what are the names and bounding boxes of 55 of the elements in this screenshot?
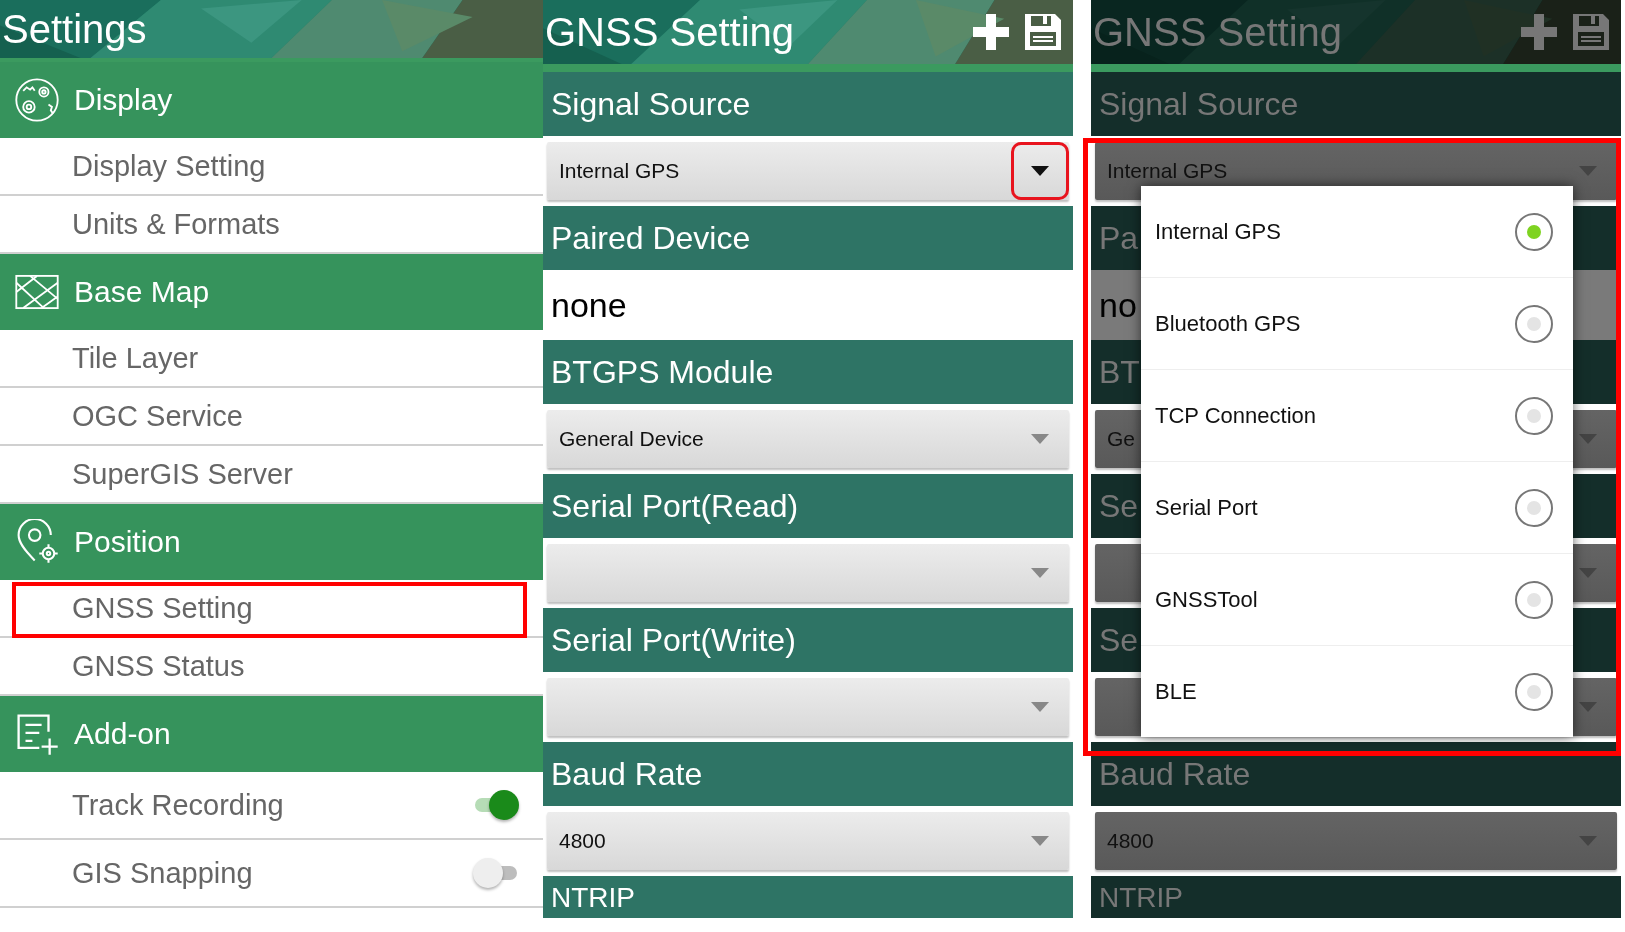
option-label[interactable]: Serial Port [1155,494,1258,521]
section-title: Add-on [74,717,171,751]
option-label[interactable]: Internal GPS [1155,218,1281,245]
radio-button[interactable] [1515,396,1553,435]
save-icon[interactable] [1571,12,1611,52]
radio-button[interactable] [1515,488,1553,527]
radio-button[interactable] [1515,672,1553,711]
caret-icon [1579,568,1597,578]
option-label[interactable]: Bluetooth GPS [1155,310,1301,337]
section-title: Position [74,525,181,559]
section-header: NTRIP [543,876,1073,918]
section-header: BTGPS Module [543,340,1073,404]
caret-icon [1031,166,1049,176]
add-list-icon [14,711,60,757]
screen-title: GNSS Setting [1092,9,1342,55]
section-header: Serial Port(Write) [543,608,1073,672]
screen-title: Settings [1,6,147,52]
radio-button[interactable] [1515,304,1553,343]
section-header: Serial Port(Read) [543,474,1073,538]
highlight-frame [1011,142,1069,200]
gear-circle-icon [14,77,60,123]
toggle-switch[interactable] [473,858,519,888]
caret-icon [1031,434,1049,444]
save-icon[interactable] [1023,12,1063,52]
dropdown-field[interactable]: General Device [547,410,1069,468]
dropdown-field[interactable]: 4800 [1095,812,1617,870]
caret-icon [1031,702,1049,712]
caret-icon [1031,836,1049,846]
toggle-switch[interactable] [473,790,519,820]
dropdown-field[interactable] [547,678,1069,736]
section-title: Base Map [74,275,210,309]
caret-icon [1579,434,1597,444]
field-value: none [550,284,628,326]
caret-icon [1579,166,1597,176]
section-header: Baud Rate [1091,742,1621,806]
section-header: Baud Rate [543,742,1073,806]
caret-icon [1031,568,1049,578]
caret-icon [1579,836,1597,846]
section-header: Signal Source [543,72,1073,136]
section-header: NTRIP [1091,876,1621,918]
option-label[interactable]: BLE [1155,678,1197,705]
option-label[interactable]: TCP Connection [1155,402,1316,429]
plus-icon[interactable] [971,12,1011,52]
plus-icon[interactable] [1519,12,1559,52]
dropdown-field[interactable] [547,544,1069,602]
screen-title: GNSS Setting [544,9,794,55]
caret-icon [1579,702,1597,712]
section-header: Paired Device [543,206,1073,270]
radio-button[interactable] [1515,212,1553,251]
menu-item[interactable]: GNSS Setting [0,580,543,638]
dropdown-field[interactable]: Internal GPS [547,142,1069,200]
section-header: Signal Source [1091,72,1621,136]
dropdown-field[interactable]: 4800 [547,812,1069,870]
radio-button[interactable] [1515,580,1553,619]
section-title: Display [74,83,173,117]
